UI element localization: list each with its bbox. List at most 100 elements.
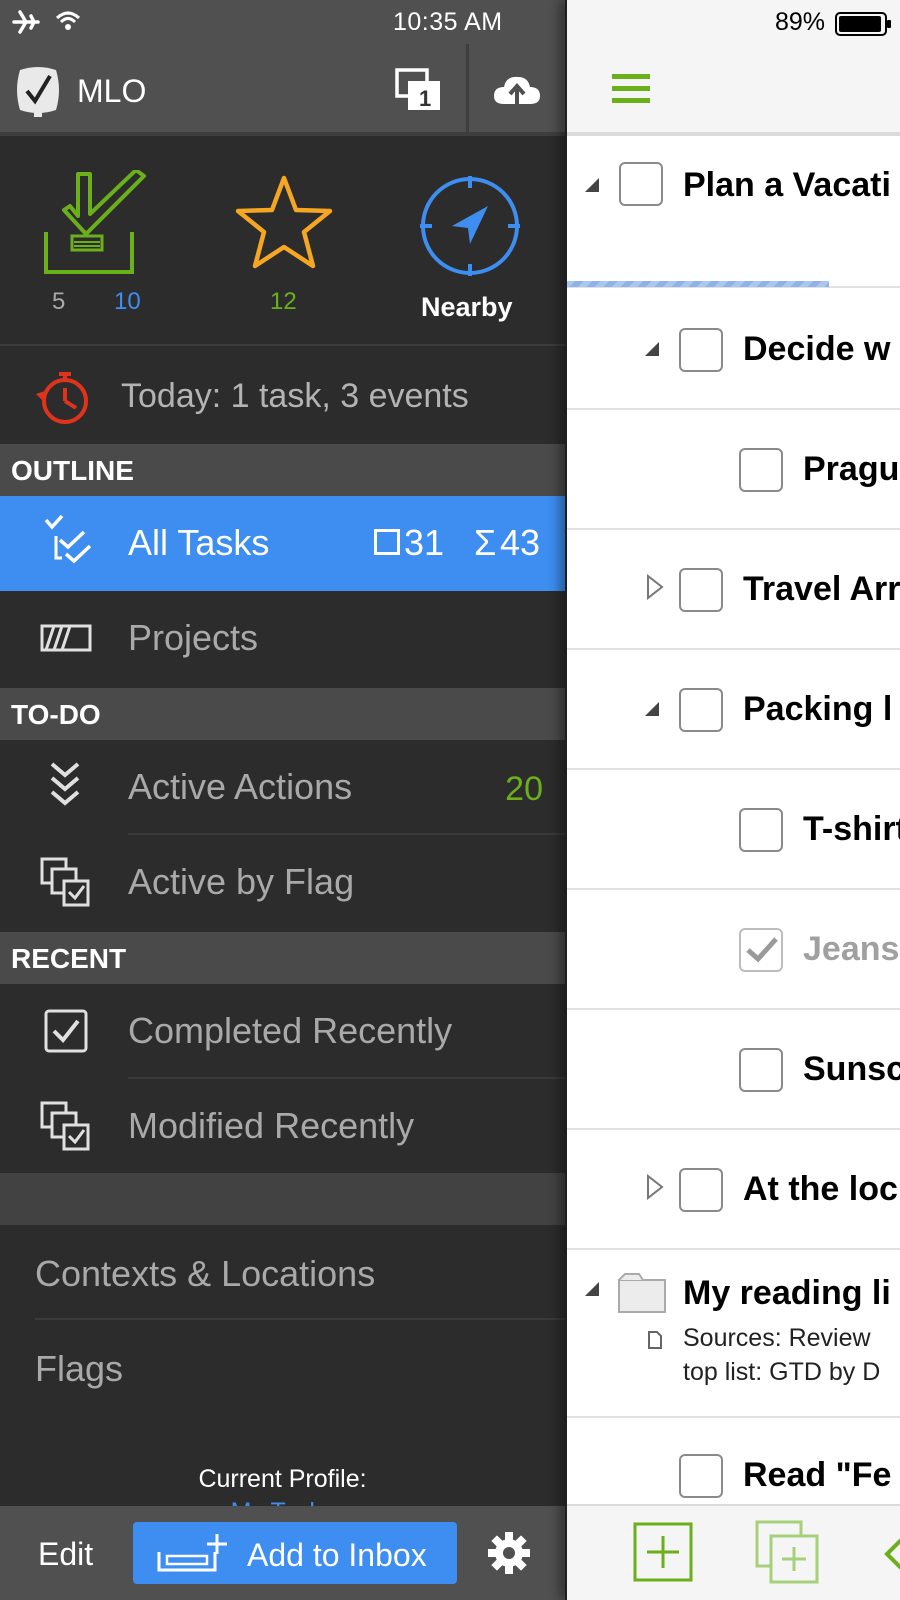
completed-checkbox-icon	[44, 1009, 88, 1053]
task-title: Travel Arr	[743, 570, 900, 608]
collapse-triangle-icon[interactable]	[583, 1280, 601, 1298]
today-summary-row[interactable]: Today: 1 task, 3 events	[0, 348, 565, 444]
folder-icon	[618, 1273, 666, 1313]
sidebar-item-completed-recently[interactable]: Completed Recently	[0, 984, 565, 1079]
add-task-icon[interactable]	[633, 1522, 695, 1584]
cloud-sync-icon[interactable]	[492, 74, 542, 108]
sidebar: 10:35 AM MLO 1 5 10 12 Nearby Today: 1 t…	[0, 0, 565, 1600]
task-row[interactable]: Travel Arr	[567, 530, 900, 650]
airplane-icon	[12, 10, 40, 34]
task-title: Packing l	[743, 690, 893, 728]
app-title: MLO	[77, 73, 147, 109]
task-title: T-shirt	[803, 810, 900, 848]
task-row[interactable]: Packing l	[567, 650, 900, 770]
starred-count: 12	[270, 288, 297, 315]
task-row[interactable]: Pragu	[567, 410, 900, 530]
all-tasks-icon	[44, 514, 92, 564]
current-profile-name[interactable]: My Tasks	[0, 1498, 565, 1506]
expand-triangle-icon[interactable]	[645, 1174, 665, 1200]
expand-triangle-icon[interactable]	[645, 574, 665, 600]
active-actions-count: 20	[505, 770, 543, 808]
edit-button[interactable]: Edit	[38, 1536, 93, 1573]
svg-text:1: 1	[419, 86, 431, 111]
folder-row[interactable]: My reading li Sources: Review top list: …	[567, 1250, 900, 1418]
sidebar-item-projects-label: Projects	[128, 617, 259, 658]
task-checkbox[interactable]	[619, 162, 663, 206]
task-checkbox[interactable]	[679, 1454, 723, 1498]
task-row[interactable]: T-shirt	[567, 770, 900, 890]
project-progress-bar	[567, 281, 829, 287]
task-checkbox[interactable]	[739, 808, 783, 852]
status-time: 10:35 AM	[393, 8, 503, 36]
task-checkbox[interactable]	[739, 1048, 783, 1092]
gear-icon[interactable]	[487, 1531, 531, 1575]
task-note-line: Sources: Review	[683, 1324, 871, 1352]
sidebar-item-active-by-flag-label: Active by Flag	[128, 861, 355, 902]
inbox-icon[interactable]	[44, 170, 148, 280]
sidebar-bottom-bar: Edit Add to Inbox	[0, 1506, 565, 1600]
nearby-compass-icon[interactable]	[418, 174, 522, 278]
task-title: Pragu	[803, 450, 900, 488]
inbox-count-b: 10	[114, 288, 141, 315]
app-logo-icon[interactable]	[12, 64, 64, 118]
task-checkbox[interactable]	[679, 568, 723, 612]
add-subtask-icon[interactable]	[755, 1520, 821, 1586]
sidebar-item-flags-label: Flags	[35, 1348, 124, 1389]
add-to-inbox-label: Add to Inbox	[247, 1537, 427, 1573]
task-title: Read "Fe	[743, 1456, 892, 1494]
total-tasks-count: 43	[500, 522, 541, 563]
timer-icon	[36, 372, 88, 424]
task-checkbox[interactable]	[739, 448, 783, 492]
collapse-triangle-icon[interactable]	[643, 340, 661, 358]
task-title: Jeans	[803, 930, 900, 968]
checkmark-icon	[746, 937, 778, 963]
sidebar-item-contexts-locations-label: Contexts & Locations	[35, 1253, 376, 1294]
sidebar-item-projects[interactable]: Projects	[0, 591, 565, 686]
sidebar-item-flags[interactable]: Flags	[0, 1320, 565, 1415]
modified-recently-icon	[40, 1101, 90, 1151]
add-to-inbox-button[interactable]: Add to Inbox	[133, 1522, 457, 1584]
task-row[interactable]: Decide w	[567, 290, 900, 410]
task-row[interactable]: Jeans	[567, 890, 900, 1010]
wifi-icon	[55, 11, 81, 30]
quick-access-row: 5 10 12 Nearby	[0, 140, 565, 346]
section-header-todo: TO-DO	[0, 688, 565, 740]
task-checkbox-checked[interactable]	[739, 928, 783, 972]
nearby-label[interactable]: Nearby	[421, 292, 513, 323]
task-checkbox[interactable]	[679, 688, 723, 732]
task-row[interactable]: Sunsc	[567, 1010, 900, 1130]
sidebar-item-completed-recently-label: Completed Recently	[128, 1010, 453, 1051]
battery-percent: 89%	[775, 8, 826, 36]
windows-icon[interactable]: 1	[395, 68, 443, 112]
note-icon	[648, 1331, 662, 1349]
task-title: At the loc	[743, 1170, 898, 1208]
sidebar-item-modified-recently-label: Modified Recently	[128, 1105, 415, 1146]
status-bar: 10:35 AM	[0, 0, 565, 44]
add-inbox-tray-icon	[157, 1534, 227, 1572]
star-icon[interactable]	[232, 174, 336, 274]
toolbar-divider	[466, 44, 469, 136]
sidebar-header: MLO 1	[0, 44, 565, 136]
menu-hamburger-icon[interactable]	[612, 74, 650, 104]
sidebar-item-contexts-locations[interactable]: Contexts & Locations	[0, 1225, 565, 1320]
sidebar-item-modified-recently[interactable]: Modified Recently	[0, 1079, 565, 1174]
status-bar-right: 89%	[567, 0, 900, 44]
current-profile-label: Current Profile:	[198, 1465, 367, 1493]
outline-bottom-bar	[567, 1504, 900, 1600]
back-arrow-icon[interactable]	[883, 1536, 900, 1572]
today-summary-text: Today: 1 task, 3 events	[121, 377, 469, 415]
task-row[interactable]: Plan a Vacati	[567, 140, 900, 288]
task-checkbox[interactable]	[679, 1168, 723, 1212]
sidebar-item-all-tasks[interactable]: All Tasks 31 Σ 43	[0, 496, 565, 591]
sidebar-item-active-by-flag[interactable]: Active by Flag	[0, 835, 565, 930]
battery-icon	[835, 12, 891, 36]
task-checkbox[interactable]	[679, 328, 723, 372]
collapse-triangle-icon[interactable]	[583, 176, 601, 194]
open-tasks-box-icon	[374, 529, 400, 555]
section-header-outline: OUTLINE	[0, 444, 565, 496]
task-title: Sunsc	[803, 1050, 900, 1088]
sigma-icon: Σ	[474, 522, 497, 563]
sidebar-item-active-actions[interactable]: Active Actions 20	[0, 740, 565, 835]
task-row[interactable]: At the loc	[567, 1130, 900, 1250]
collapse-triangle-icon[interactable]	[643, 700, 661, 718]
